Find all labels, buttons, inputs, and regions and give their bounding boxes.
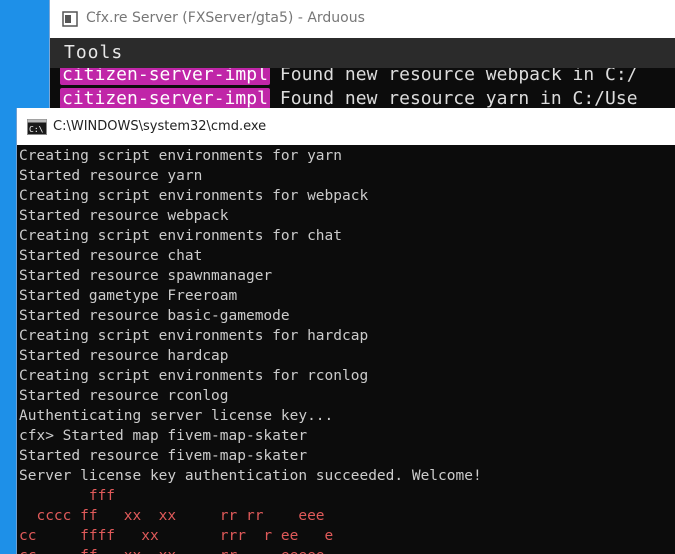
ascii-art-line: cc ff xx xx rr eeeee [19, 546, 675, 554]
console-line: Started resource yarn [19, 168, 203, 184]
cmd-console-output[interactable]: Creating script environments for yarn St… [19, 146, 675, 554]
log-line: citizen-server-impl Found new resource we… [60, 68, 638, 86]
console-line: Creating script environments for webpack [19, 188, 369, 204]
tools-menu[interactable]: Tools [64, 42, 123, 63]
console-line: Creating script environments for chat [19, 228, 343, 244]
console-line: Started resource rconlog [19, 388, 229, 404]
console-line: Creating script environments for hardcap [19, 328, 369, 344]
ascii-art-line: cc ffff xx rrr r ee e [19, 528, 334, 544]
log-message: Found new resource webpack in C:/ [279, 68, 638, 85]
console-line: cfx> Started map fivem-map-skater [19, 428, 308, 444]
console-line: Authenticating server license key... [19, 408, 334, 424]
cmd-prompt-icon: C:\ [27, 119, 47, 135]
console-line: Started resource basic-gamemode [19, 308, 290, 324]
console-line: Creating script environments for yarn [19, 148, 343, 164]
cfx-server-window[interactable]: Cfx.re Server (FXServer/gta5) - Arduous … [49, 0, 675, 110]
log-tag: citizen-server-impl [60, 68, 270, 85]
console-line: Started resource spawnmanager [19, 268, 273, 284]
console-line: Started resource hardcap [19, 348, 229, 364]
app-window-icon [62, 11, 78, 27]
log-message: Found new resource yarn in C:/Use [279, 88, 638, 109]
tools-menubar: Tools [50, 38, 675, 69]
console-line: Started resource chat [19, 248, 203, 264]
console-line: Server license key authentication succee… [19, 468, 482, 484]
cmd-window-titlebar[interactable]: C:\ C:\WINDOWS\system32\cmd.exe [17, 108, 675, 145]
console-line: Started gametype Freeroam [19, 288, 238, 304]
cfx-window-titlebar[interactable]: Cfx.re Server (FXServer/gta5) - Arduous [50, 0, 675, 38]
ascii-art-line: fff [19, 488, 116, 504]
svg-text:C:\: C:\ [29, 125, 44, 134]
console-line: Started resource webpack [19, 208, 229, 224]
cmd-window[interactable]: C:\ C:\WINDOWS\system32\cmd.exe Creating… [16, 108, 675, 554]
log-tag: citizen-server-impl [60, 88, 270, 109]
cmd-window-title: C:\WINDOWS\system32\cmd.exe [53, 119, 267, 134]
console-line: Creating script environments for rconlog [19, 368, 369, 384]
cfx-console-output: citizen-server-impl Found new resource we… [50, 68, 675, 110]
log-line: citizen-server-impl Found new resource ya… [60, 88, 638, 110]
cfx-window-title: Cfx.re Server (FXServer/gta5) - Arduous [86, 10, 365, 26]
console-line: Started resource fivem-map-skater [19, 448, 308, 464]
ascii-art-line: cccc ff xx xx rr rr eee [19, 508, 325, 524]
